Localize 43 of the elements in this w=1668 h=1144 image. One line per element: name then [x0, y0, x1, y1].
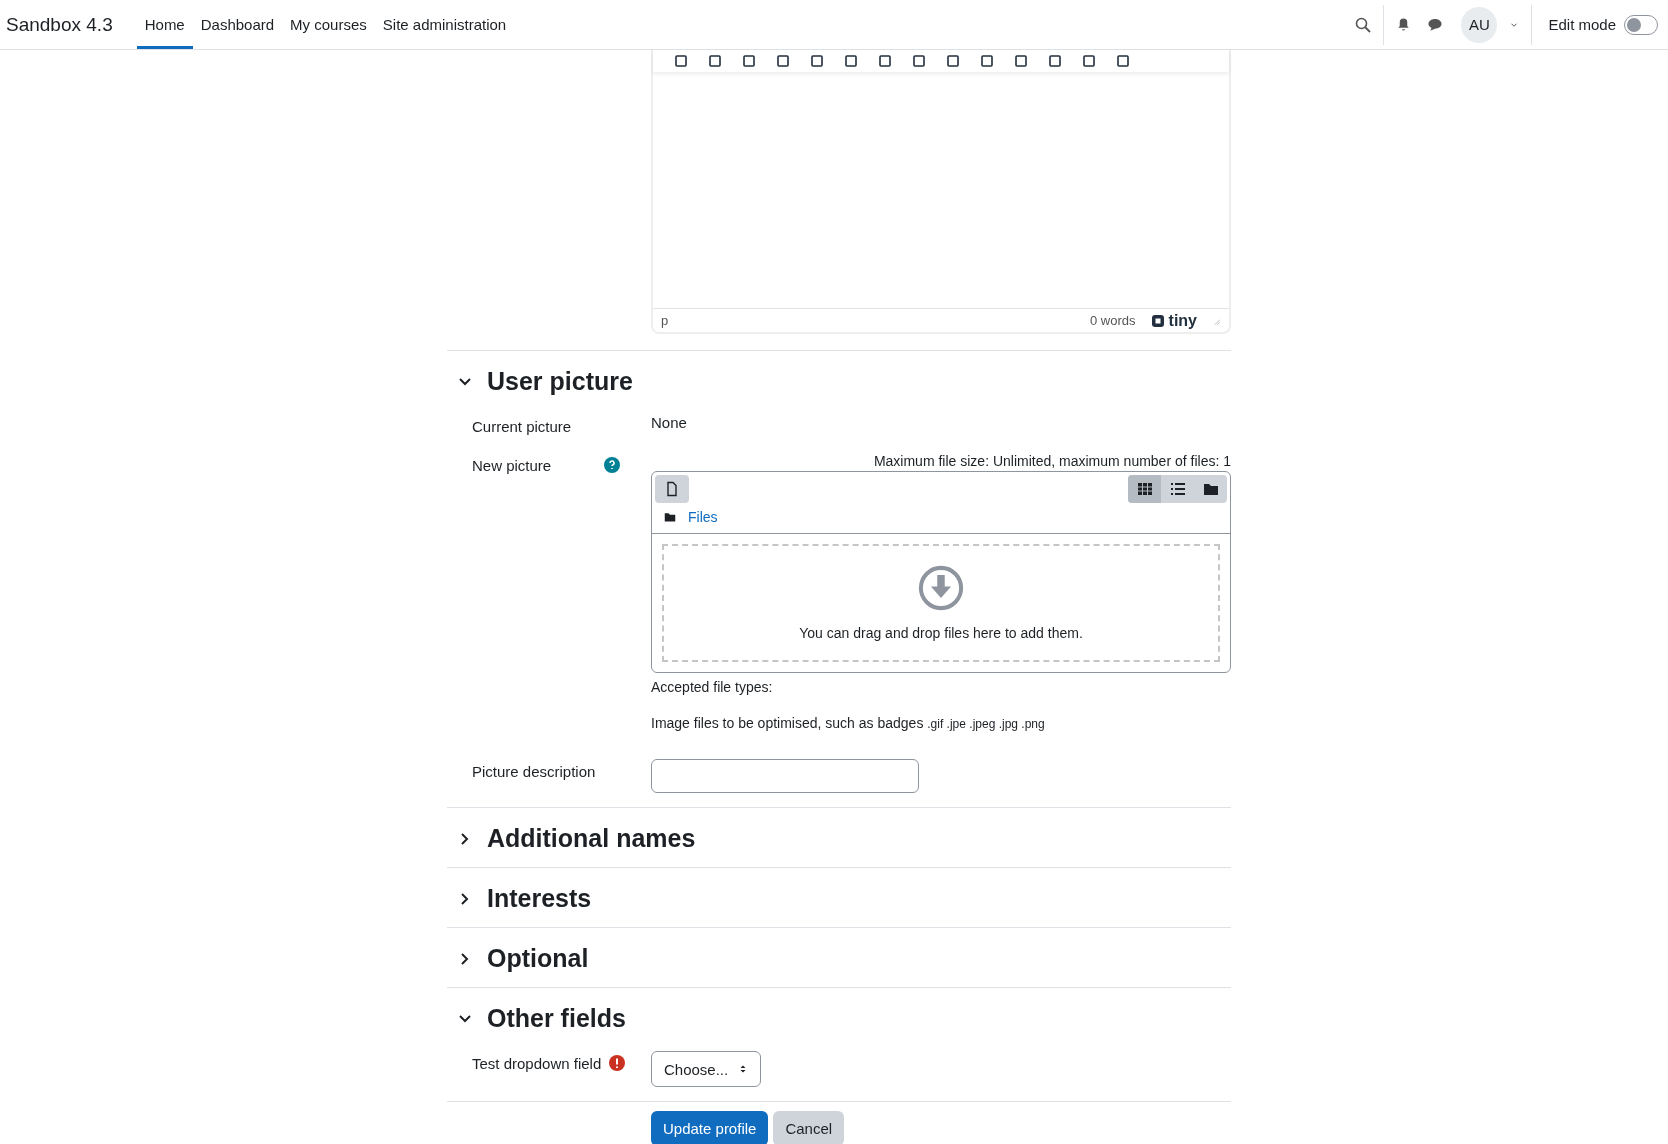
form-button[interactable]: Cancel: [773, 1111, 845, 1144]
field-label: New picture: [472, 457, 553, 474]
chat-bubble-icon: [1427, 17, 1444, 32]
element-path[interactable]: p: [661, 313, 669, 328]
section-heading[interactable]: User picture: [487, 367, 633, 396]
field-label: Test dropdown field: [472, 1055, 602, 1072]
text-editor[interactable]: p 0 words tiny: [651, 50, 1231, 334]
section-heading[interactable]: Optional: [487, 944, 589, 973]
list-icon: [1169, 481, 1186, 497]
accepted-types-label: Accepted file types:: [651, 679, 774, 695]
dropdown-select[interactable]: Choose...: [651, 1051, 762, 1087]
word-count: 0 words: [1090, 313, 1136, 328]
section-heading[interactable]: Other fields: [487, 1004, 626, 1033]
nav-link[interactable]: My courses: [282, 3, 375, 49]
folder-icon: [664, 511, 676, 523]
user-avatar[interactable]: AU: [1461, 6, 1498, 43]
nav-link[interactable]: Site administration: [374, 3, 515, 49]
accepted-types-description: Image files to be optimised, such as badges: [651, 715, 924, 731]
file-icon: [664, 481, 680, 497]
files-breadcrumb-link[interactable]: Files: [688, 509, 718, 525]
tiny-logo-icon: [1149, 312, 1166, 329]
drop-zone-text: You can drag and drop files here to add them.: [799, 625, 1083, 641]
add-file-button[interactable]: [655, 475, 689, 503]
tiny-logo-text[interactable]: tiny: [1168, 311, 1197, 330]
nav-link[interactable]: Dashboard: [192, 3, 283, 49]
form-button[interactable]: Update profile: [651, 1111, 769, 1144]
section-heading[interactable]: Additional names: [487, 824, 696, 853]
search-icon: [1355, 16, 1372, 33]
drop-zone[interactable]: You can drag and drop files here to add them.: [662, 544, 1220, 662]
grid-icon: [1136, 481, 1153, 497]
edit-mode-toggle[interactable]: [1624, 14, 1658, 35]
input-field[interactable]: [651, 759, 919, 793]
field-label: Current picture: [472, 418, 573, 435]
field-value: None: [651, 414, 688, 433]
section-heading[interactable]: Interests: [487, 884, 592, 913]
nav-link[interactable]: Home: [136, 3, 193, 49]
grid-view-button[interactable]: [1128, 475, 1161, 503]
max-file-size-text: Maximum file size: Unlimited, maximum number of files: 1: [872, 453, 1231, 469]
field-label: Picture description: [472, 763, 596, 780]
folder-icon: [1202, 481, 1219, 497]
file-extensions: .gif .jpe .jpeg .jpg .png: [927, 717, 1045, 731]
site-name[interactable]: Sandbox 4.3: [6, 13, 113, 36]
edit-mode-label: Edit mode: [1548, 16, 1616, 33]
